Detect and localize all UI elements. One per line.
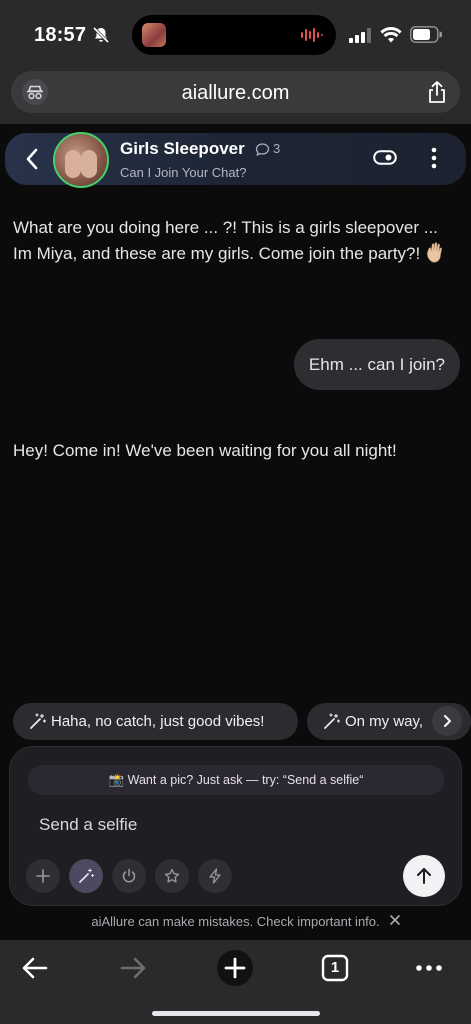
tabs-button[interactable]: 1 [317,950,353,986]
send-button[interactable] [403,855,445,897]
boost-button[interactable] [198,859,232,893]
message-text: Ehm ... can I join? [308,355,445,374]
comment-count: 3 [273,141,281,156]
chat-header: Girls Sleepover 3 Can I Join Your Chat? [5,132,466,188]
comment-bubble-icon [255,143,270,157]
star-icon [164,868,180,883]
more-menu-icon[interactable] [411,950,447,986]
message-text: Hey! Come in! We've been waiting for you… [13,441,397,460]
new-tab-icon[interactable] [217,950,253,986]
cellular-signal-icon [349,28,371,43]
magic-wand-icon [30,713,46,729]
suggestions-next-button[interactable] [432,706,462,736]
bot-message: Hey! Come in! We've been waiting for you… [13,438,459,464]
magic-wand-icon [79,868,94,883]
bell-muted-icon [92,26,110,44]
close-icon[interactable] [388,913,402,927]
plus-icon [36,869,50,883]
message-text: What are you doing here ... ?! This is a… [13,218,438,263]
arrow-up-icon [417,868,431,884]
power-icon [122,868,136,883]
selfie-hint-banner[interactable]: 📸 Want a pic? Just ask — try: “Send a se… [28,765,444,795]
status-bar: 18:57 [0,0,471,62]
url-text[interactable]: aiallure.com [11,82,460,105]
favorite-button[interactable] [155,859,189,893]
browser-address-bar: aiallure.com [0,62,471,124]
power-button[interactable] [112,859,146,893]
browser-forward-icon[interactable] [116,950,152,986]
chat-subtitle: Can I Join Your Chat? [120,165,247,180]
bot-message: What are you doing here ... ?! This is a… [13,215,459,267]
magic-suggest-button[interactable] [69,859,103,893]
url-field[interactable]: aiallure.com [11,71,460,113]
waving-hand-icon [427,242,442,263]
wifi-icon [380,27,402,43]
tab-count: 1 [330,959,340,976]
home-indicator[interactable] [152,1011,320,1016]
chat-title: Girls Sleepover [120,139,245,158]
suggestion-label: On my way, [345,713,424,730]
status-time: 18:57 [34,24,87,46]
dynamic-island[interactable] [132,15,336,55]
audio-wave-icon [301,28,323,42]
lightning-icon [209,868,221,884]
chevron-right-icon [444,715,451,727]
magic-wand-icon [324,713,340,729]
suggestion-chip[interactable]: Haha, no catch, just good vibes! [13,703,298,740]
back-arrow-icon[interactable] [25,147,39,171]
message-composer: 📸 Want a pic? Just ask — try: “Send a se… [9,746,462,906]
toggle-icon[interactable] [373,150,397,165]
browser-back-icon[interactable] [16,950,52,986]
browser-toolbar: 1 [0,940,471,1024]
add-button[interactable] [26,859,60,893]
message-input[interactable] [39,815,369,835]
share-icon[interactable] [426,80,448,104]
suggestion-label: Haha, no catch, just good vibes! [51,713,265,730]
more-options-icon[interactable] [431,147,437,169]
chat-avatar[interactable] [53,132,109,188]
battery-icon [410,26,442,43]
now-playing-thumbnail [142,23,166,47]
user-message-bubble: Ehm ... can I join? [293,339,460,390]
